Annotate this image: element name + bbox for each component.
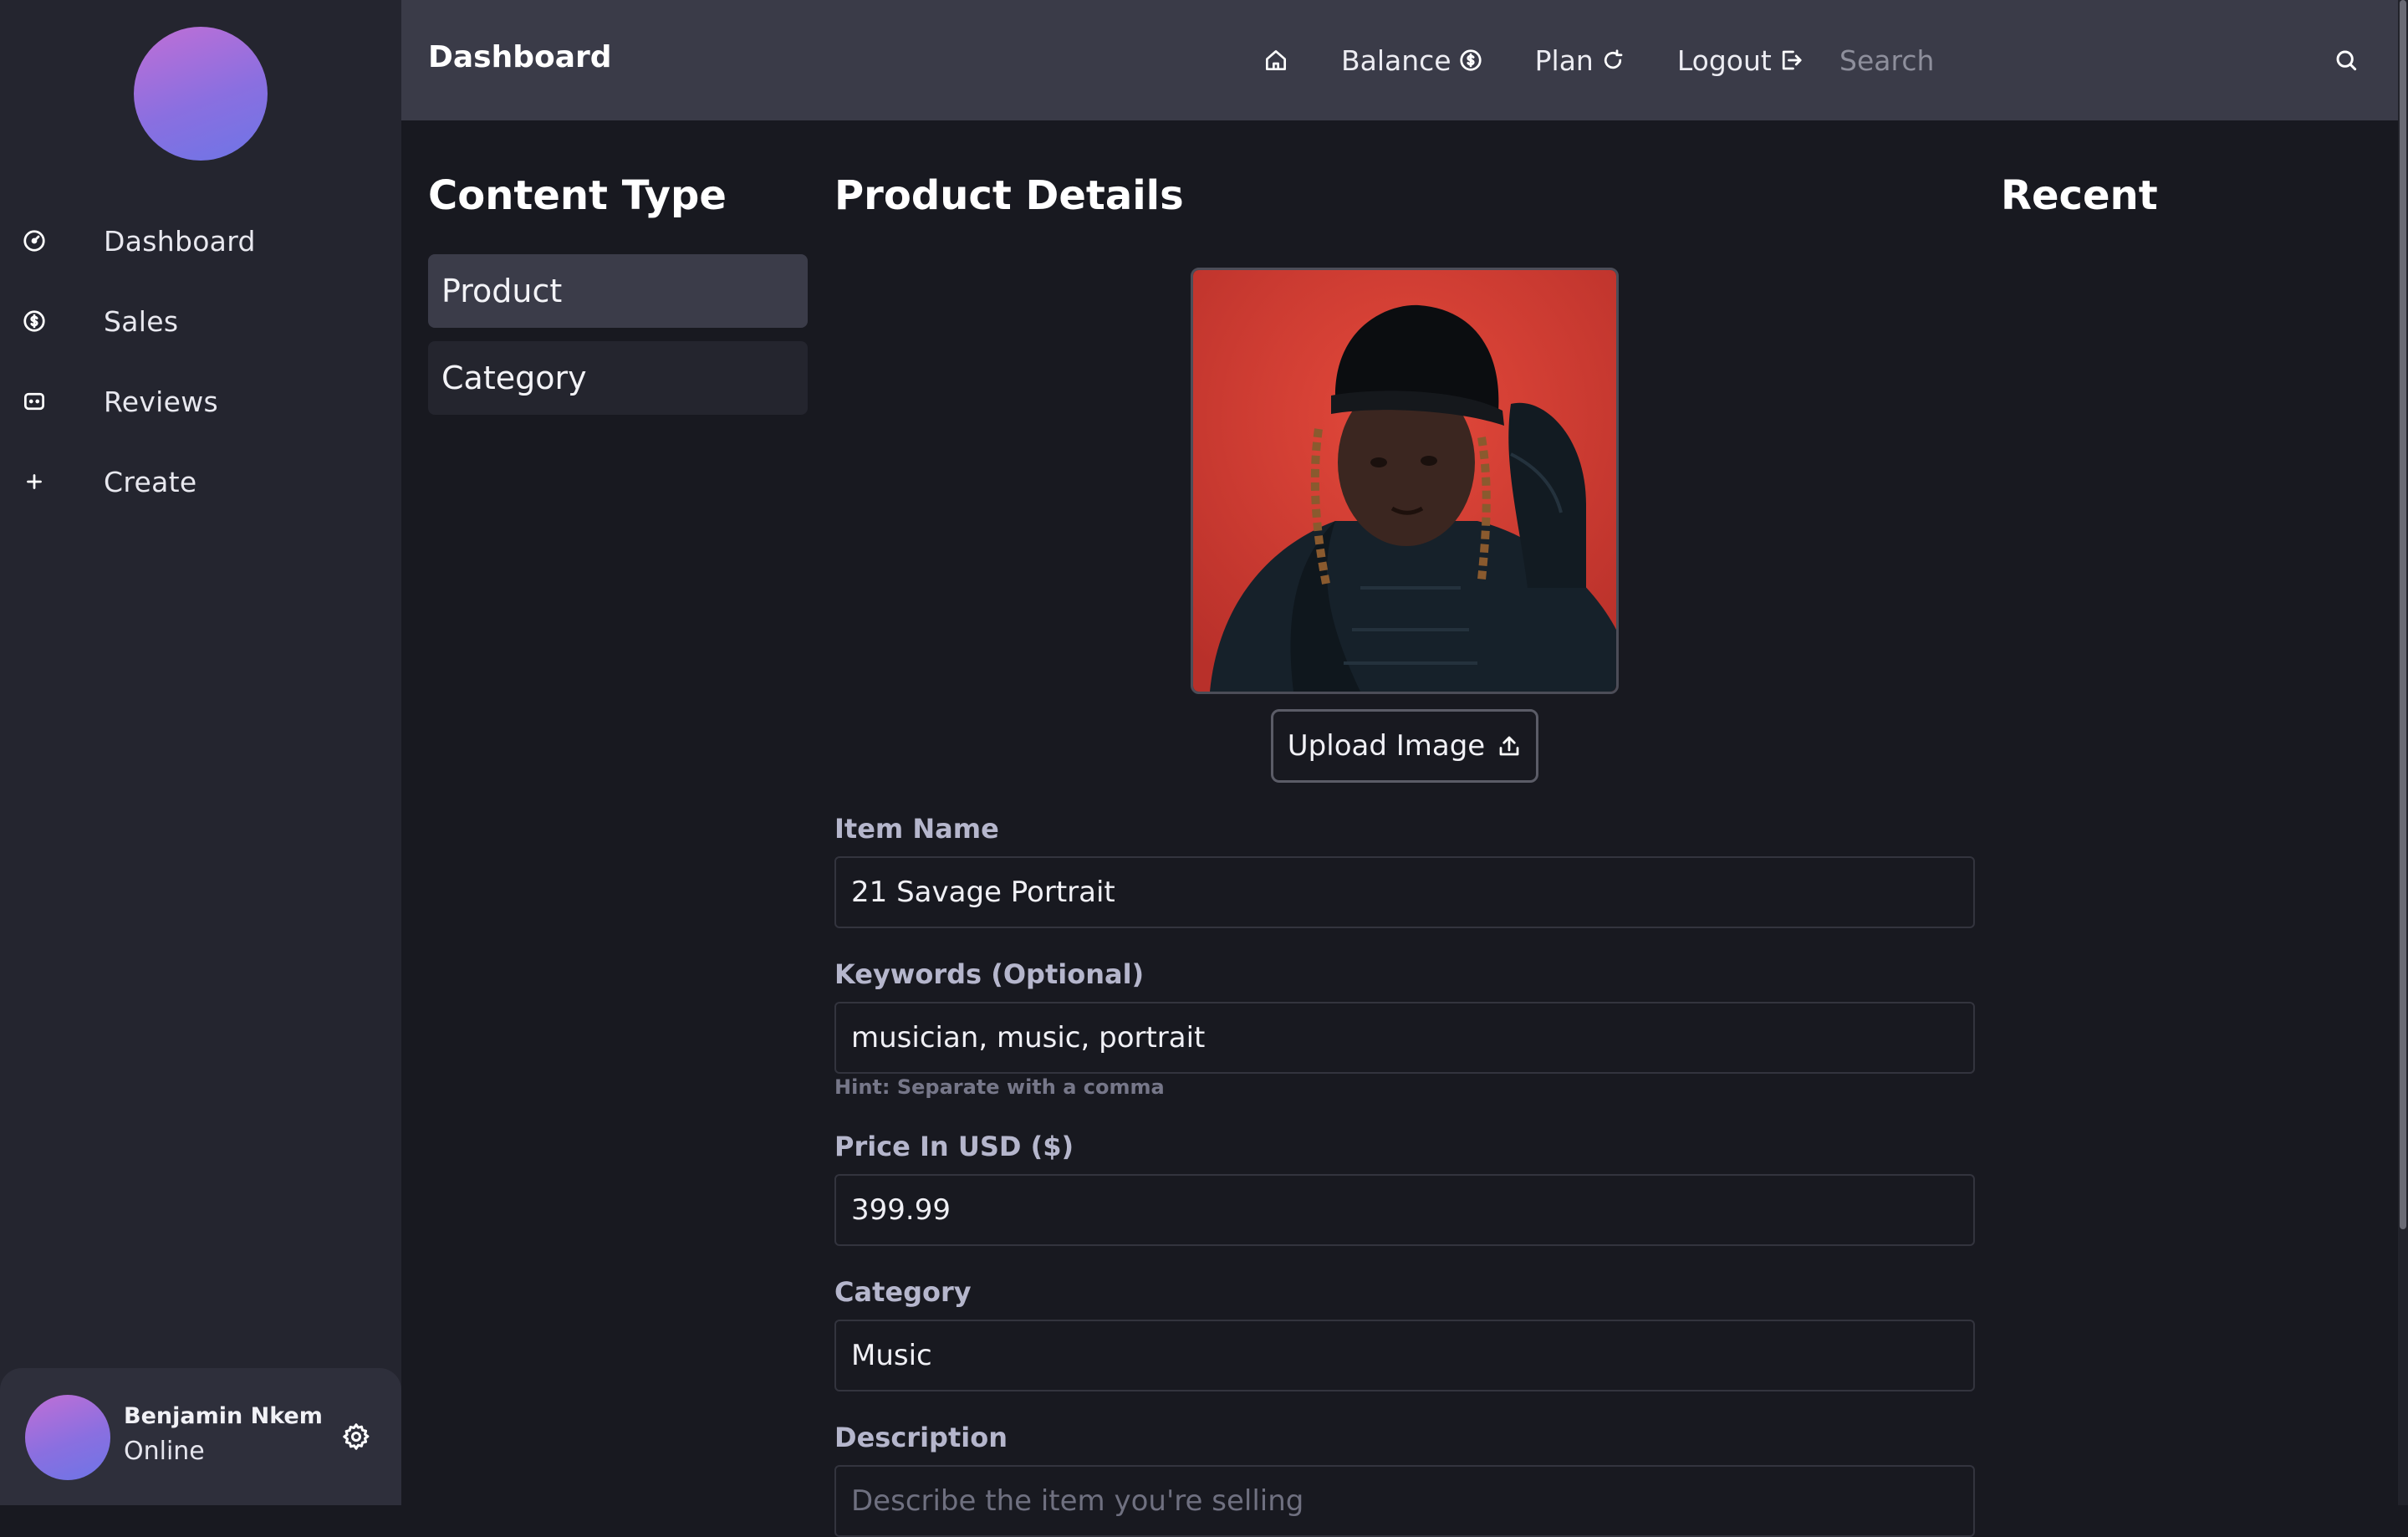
content-type-category[interactable]: Category [428,341,808,415]
portrait-photo [1193,270,1616,692]
search-input[interactable] [1839,37,2308,84]
sidebar-item-label: Create [104,465,197,498]
sidebar-nav: Dashboard Sales Reviews Create [0,201,401,522]
gear-icon [343,1423,370,1450]
upload-image-button[interactable]: Upload Image [1271,709,1538,783]
search-icon [2336,50,2357,71]
plan-link[interactable]: Plan [1535,44,1625,77]
price-field[interactable] [834,1174,1975,1246]
logout-link[interactable]: Logout [1677,44,1803,77]
plus-icon [20,467,48,496]
content-type-title: Content Type [428,172,727,219]
upload-image-label: Upload Image [1287,729,1486,763]
home-icon [1266,50,1286,70]
dollar-circle-icon [20,307,48,335]
sidebar-item-dashboard[interactable]: Dashboard [0,201,401,281]
user-name: Benjamin Nkem [124,1403,323,1429]
settings-button[interactable] [339,1420,373,1453]
gauge-icon [20,227,48,255]
keywords-field[interactable] [834,1002,1975,1074]
category-label: Category [834,1276,972,1308]
sidebar: Dashboard Sales Reviews Create Benjamin … [0,0,401,1505]
balance-link[interactable]: Balance [1341,44,1483,77]
avatar[interactable] [25,1395,110,1480]
plan-label: Plan [1534,43,1594,77]
page-title: Dashboard [428,40,612,74]
refresh-icon [1604,49,1623,69]
user-status: Online [124,1437,205,1466]
content-type-product[interactable]: Product [428,254,808,328]
brand-logo[interactable] [134,27,268,161]
scrollbar-thumb[interactable] [2400,0,2406,1229]
top-nav: Balance Plan Logout [1263,0,1855,120]
sidebar-item-label: Dashboard [104,224,256,258]
description-field[interactable] [834,1465,1975,1537]
sidebar-item-reviews[interactable]: Reviews [0,361,401,442]
description-label: Description [834,1422,1008,1453]
home-button[interactable] [1263,47,1289,74]
keywords-label: Keywords (Optional) [834,958,1145,990]
category-field[interactable] [834,1320,1975,1391]
sidebar-item-label: Reviews [104,385,219,418]
recent-title: Recent [2001,172,2158,219]
item-name-field[interactable] [834,856,1975,928]
product-details-title: Product Details [834,172,1184,219]
sidebar-item-sales[interactable]: Sales [0,281,401,361]
logout-label: Logout [1676,43,1772,77]
dollar-circle-icon [1460,49,1482,71]
product-image [1191,268,1619,694]
sidebar-item-label: Sales [104,304,179,338]
top-bar: Dashboard Balance Plan Logout [401,0,2408,120]
search-button[interactable] [2329,43,2363,77]
sidebar-item-create[interactable]: Create [0,442,401,522]
price-label: Price In USD ($) [834,1131,1074,1162]
upload-icon [1499,736,1519,756]
keywords-hint: Hint: Separate with a comma [834,1075,1165,1099]
logout-icon [1782,50,1802,70]
user-card: Benjamin Nkem Online [0,1368,401,1505]
balance-label: Balance [1341,43,1451,77]
message-square-icon [20,387,48,416]
item-name-label: Item Name [834,813,999,845]
